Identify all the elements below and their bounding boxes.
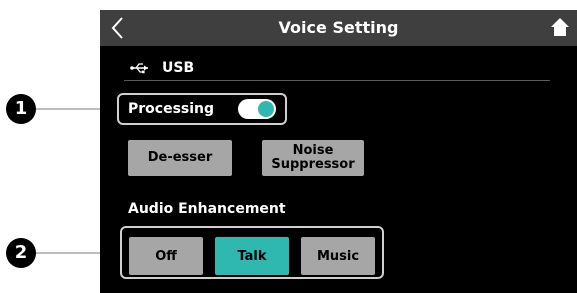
source-label: USB [162,60,195,76]
home-icon [551,18,569,36]
callout-box-2 [120,226,384,279]
de-esser-button[interactable]: De-esser [128,140,232,176]
callout-marker-1: 1 [6,94,36,124]
source-row: USB [130,58,194,78]
figure: 1 2 Voice Setting USB Processing De-esse… [0,0,577,293]
callout-marker-2: 2 [6,238,36,268]
audio-enhancement-label: Audio Enhancement [128,201,286,217]
noise-suppressor-label-line1: Noise [292,143,334,158]
divider [124,80,550,81]
header-bar: Voice Setting [100,10,577,46]
noise-suppressor-label-line2: Suppressor [271,157,355,172]
page-title: Voice Setting [278,18,399,37]
callout-box-1 [117,93,287,125]
usb-icon [130,63,148,74]
home-button[interactable] [549,16,571,38]
de-esser-label: De-esser [147,150,213,165]
noise-suppressor-button[interactable]: Noise Suppressor [262,140,364,176]
